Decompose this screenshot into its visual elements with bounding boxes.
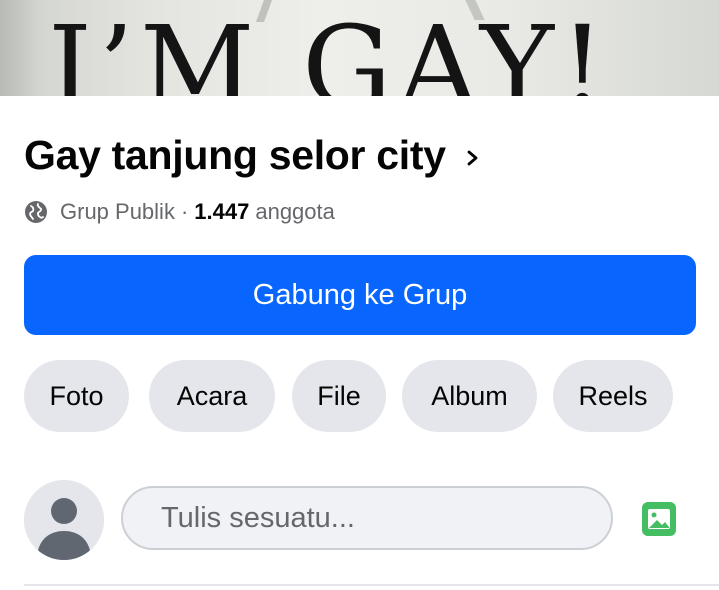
composer-placeholder: Tulis sesuatu... xyxy=(161,501,355,534)
tab-album[interactable]: Album xyxy=(402,360,537,432)
group-privacy: Grup Publik xyxy=(60,199,175,224)
cover-shadow xyxy=(0,0,40,96)
join-group-button[interactable]: Gabung ke Grup xyxy=(24,255,696,335)
globe-icon xyxy=(25,201,47,223)
tab-label: File xyxy=(317,380,361,411)
tab-reels[interactable]: Reels xyxy=(553,360,673,432)
tab-acara[interactable]: Acara xyxy=(149,360,275,432)
tab-foto[interactable]: Foto xyxy=(24,360,129,432)
chevron-right-icon xyxy=(467,150,478,165)
group-meta: Grup Publik · 1.447 anggota xyxy=(24,199,335,225)
group-title: Gay tanjung selor city xyxy=(24,132,446,178)
tab-label: Foto xyxy=(49,380,104,411)
default-avatar-icon xyxy=(24,480,104,560)
post-composer-input[interactable]: Tulis sesuatu... xyxy=(121,486,613,550)
tab-label: Acara xyxy=(176,380,248,411)
tab-label: Reels xyxy=(578,380,648,411)
member-count: 1.447 xyxy=(194,199,250,224)
avatar[interactable] xyxy=(24,480,104,560)
group-cover-photo[interactable]: I’M GAY! xyxy=(0,0,719,96)
divider xyxy=(24,584,719,586)
cover-text: I’M GAY! xyxy=(48,3,611,96)
member-label: anggota xyxy=(255,199,335,224)
tab-file[interactable]: File xyxy=(292,360,386,432)
group-title-link[interactable]: Gay tanjung selor city xyxy=(24,132,482,179)
tab-label: Album xyxy=(431,380,508,411)
group-page: I’M GAY! Gay tanjung selor city Grup Pub… xyxy=(0,0,719,590)
meta-separator: · xyxy=(180,199,189,224)
join-group-label: Gabung ke Grup xyxy=(252,278,468,311)
photo-icon[interactable] xyxy=(640,500,678,538)
